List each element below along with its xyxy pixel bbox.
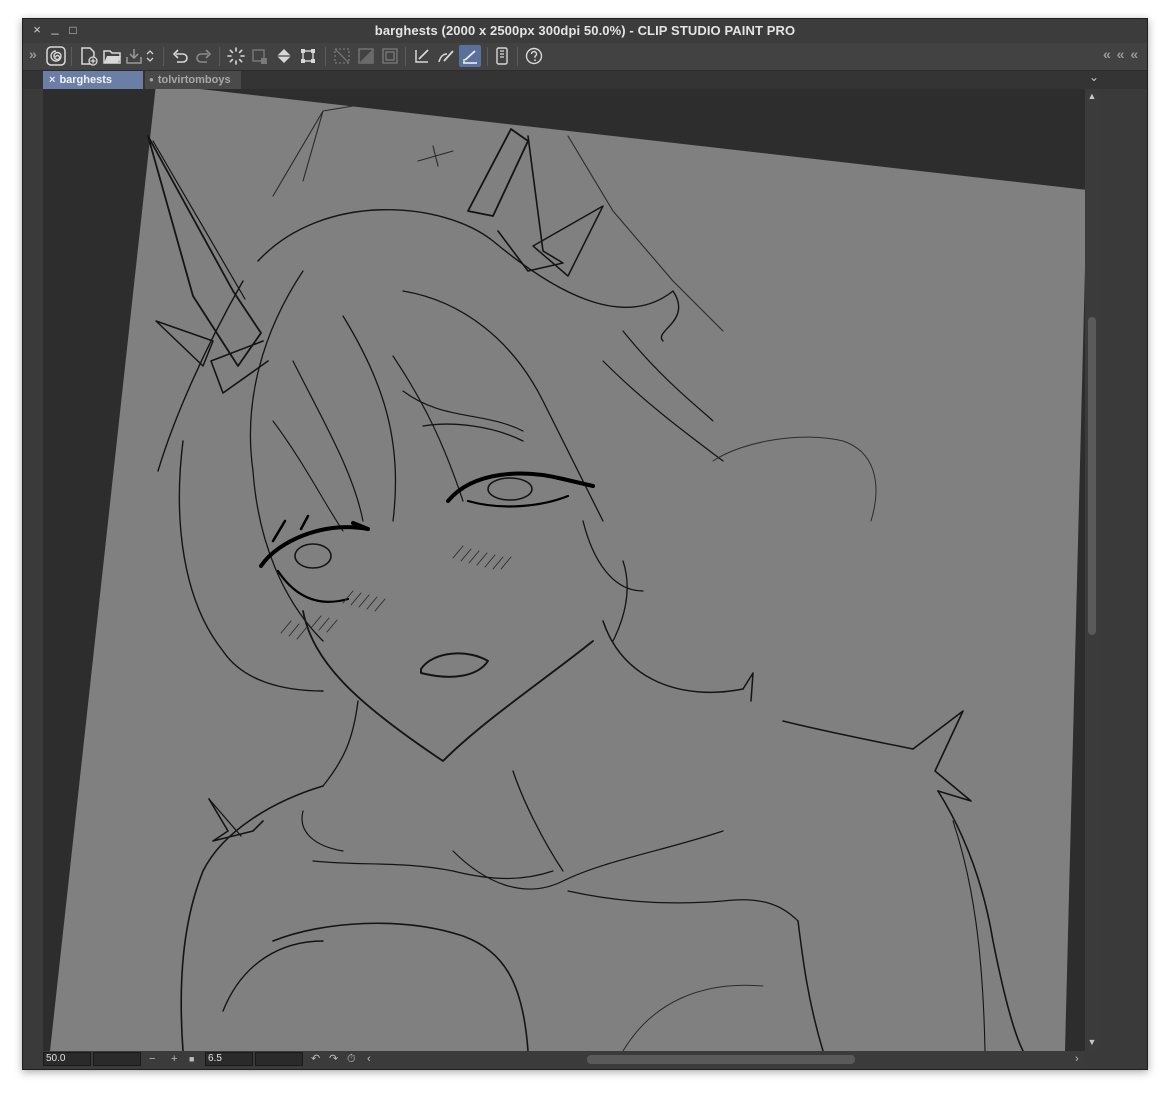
loading-indicator	[225, 45, 247, 67]
show-selection-button[interactable]	[379, 45, 401, 67]
ruler-snap-icon	[415, 49, 429, 63]
undo-button[interactable]	[169, 45, 191, 67]
undo-icon	[172, 49, 188, 63]
canvas-status-bar: 50.0 − + ■ 6.5 ↶ ↷ ⏱ ‹ ›	[43, 1051, 1085, 1069]
left-dock-strip	[23, 89, 43, 1051]
show-selection-icon	[382, 48, 398, 64]
loading-spinner-icon	[227, 47, 245, 65]
clear-layer-icon	[252, 49, 267, 64]
snap-to-special-ruler-button[interactable]	[435, 45, 457, 67]
snap-to-grid-button[interactable]	[459, 45, 481, 67]
snap-to-ruler-button[interactable]	[411, 45, 433, 67]
transform-button[interactable]	[297, 45, 319, 67]
open-file-button[interactable]	[101, 45, 123, 67]
clear-layer-button[interactable]	[249, 45, 271, 67]
vertical-scrollbar[interactable]: ▲ ▼	[1085, 89, 1099, 1051]
tab-label: barghests	[59, 74, 113, 86]
deselect-icon	[334, 48, 350, 64]
save-button[interactable]	[123, 45, 145, 67]
tab-modified-dot-icon: ●	[149, 75, 154, 84]
zoom-in-button[interactable]: +	[171, 1052, 177, 1066]
canvas-area[interactable]	[43, 89, 1085, 1051]
fill-bucket-icon	[277, 49, 291, 63]
device-settings-button[interactable]	[491, 45, 513, 67]
scroll-up-arrow-icon[interactable]: ▲	[1085, 91, 1099, 101]
expand-left-chevron-icon[interactable]: »	[29, 46, 37, 62]
help-button[interactable]	[523, 45, 545, 67]
grid-snap-icon	[463, 50, 477, 64]
window-title: barghests (2000 x 2500px 300dpi 50.0%) -…	[374, 23, 796, 38]
tab-menu-chevron-icon[interactable]: ⌄	[1089, 70, 1099, 84]
zoom-out-button[interactable]: −	[149, 1052, 155, 1066]
zoom-input[interactable]: 50.0	[43, 1052, 91, 1066]
new-file-icon	[81, 47, 98, 66]
save-icon	[126, 49, 142, 64]
device-settings-icon	[496, 47, 508, 65]
invert-selection-icon	[358, 48, 374, 64]
scroll-right-arrow-icon[interactable]: ›	[1075, 1052, 1079, 1066]
collapse-right-chevron-icon[interactable]: « « «	[1103, 46, 1139, 62]
tab-tolvirtomboys[interactable]: ● tolvirtomboys	[145, 71, 241, 89]
scroll-down-arrow-icon[interactable]: ▼	[1085, 1037, 1099, 1047]
special-ruler-snap-icon	[438, 50, 454, 63]
new-file-button[interactable]	[77, 45, 99, 67]
tab-barghests[interactable]: × barghests	[43, 71, 143, 89]
right-dock-strip	[1099, 71, 1147, 1069]
save-options-button[interactable]	[143, 45, 157, 67]
clip-studio-logo-icon	[46, 46, 66, 66]
tab-close-icon[interactable]: ×	[49, 74, 55, 86]
help-icon	[525, 47, 543, 65]
vertical-scroll-thumb[interactable]	[1088, 317, 1096, 635]
redo-button[interactable]	[193, 45, 215, 67]
reset-rotation-icon[interactable]: ⏱	[347, 1052, 356, 1066]
command-bar: »	[23, 43, 1147, 71]
title-bar: × _ □ barghests (2000 x 2500px 300dpi 50…	[23, 19, 1147, 44]
canvas-drawing[interactable]	[43, 89, 1085, 1051]
horizontal-scroll-thumb[interactable]	[587, 1055, 855, 1064]
save-options-icon	[146, 50, 154, 62]
rotation-input[interactable]: 6.5	[205, 1052, 253, 1066]
canvas-tab-bar: × barghests ● tolvirtomboys ⌄	[23, 70, 1147, 89]
transform-icon	[301, 49, 315, 63]
flip-horizontal-icon[interactable]: ‹	[367, 1052, 371, 1066]
canvas-paper[interactable]	[50, 89, 1085, 1051]
zoom-slider[interactable]	[93, 1052, 141, 1066]
fill-button[interactable]	[273, 45, 295, 67]
deselect-button[interactable]	[331, 45, 353, 67]
stop-icon[interactable]: ■	[189, 1052, 194, 1066]
rotate-right-icon[interactable]: ↷	[329, 1052, 338, 1066]
tab-label: tolvirtomboys	[157, 74, 231, 86]
redo-icon	[196, 49, 212, 63]
invert-selection-button[interactable]	[355, 45, 377, 67]
rotate-left-icon[interactable]: ↶	[311, 1052, 320, 1066]
rotation-slider[interactable]	[255, 1052, 303, 1066]
clip-studio-logo-button[interactable]	[45, 45, 67, 67]
app-window: × _ □ barghests (2000 x 2500px 300dpi 50…	[22, 18, 1148, 1070]
open-folder-icon	[103, 50, 121, 64]
